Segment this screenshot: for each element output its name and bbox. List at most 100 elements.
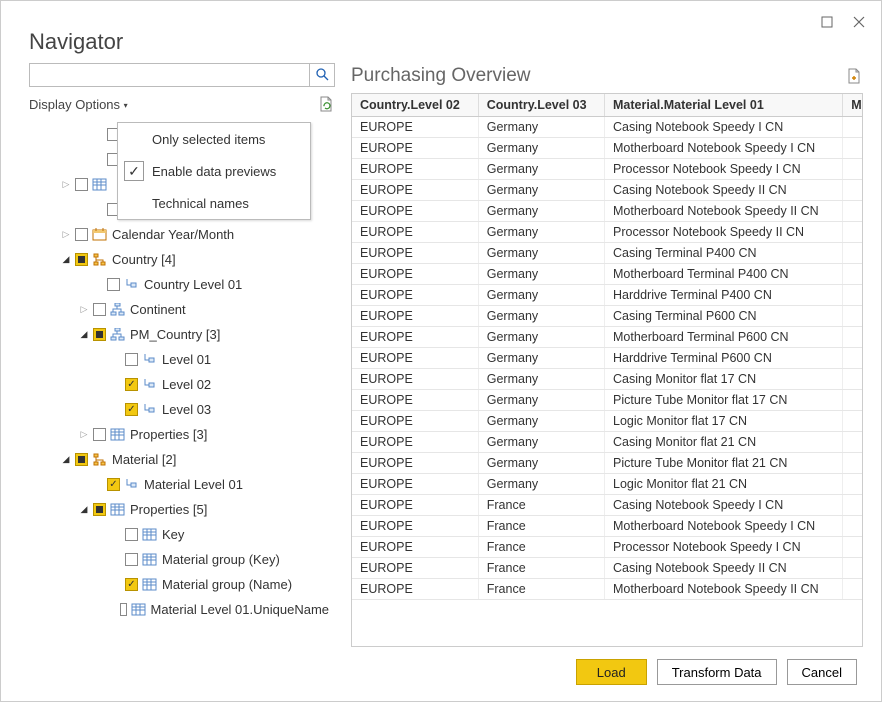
tree-item[interactable]: ✓Level 03 bbox=[29, 397, 329, 422]
tree-checkbox[interactable] bbox=[75, 228, 88, 241]
tree-checkbox[interactable]: ✓ bbox=[125, 378, 138, 391]
tree-checkbox[interactable] bbox=[93, 503, 106, 516]
table-row[interactable]: EUROPEGermanyMotherboard Notebook Speedy… bbox=[352, 201, 863, 222]
close-icon[interactable] bbox=[853, 15, 867, 29]
table-row[interactable]: EUROPEGermanyMotherboard Terminal P600 C… bbox=[352, 327, 863, 348]
tree-checkbox[interactable] bbox=[93, 328, 106, 341]
load-button[interactable]: Load bbox=[576, 659, 647, 685]
table-row[interactable]: EUROPEGermanyLogic Monitor flat 21 CN bbox=[352, 474, 863, 495]
tree-item[interactable]: ◢Country [4] bbox=[29, 247, 329, 272]
tree-item[interactable]: Key bbox=[29, 522, 329, 547]
table-cell: Casing Terminal P600 CN bbox=[605, 306, 843, 327]
tree-checkbox[interactable] bbox=[75, 178, 88, 191]
display-options-menu: Only selected items✓Enable data previews… bbox=[117, 122, 311, 220]
expander-closed-icon[interactable]: ▷ bbox=[61, 230, 71, 240]
tree-item[interactable]: ✓Material Level 01 bbox=[29, 472, 329, 497]
add-page-icon[interactable] bbox=[845, 67, 863, 85]
refresh-page-icon[interactable] bbox=[317, 95, 335, 113]
tree-item[interactable]: ▷Calendar Year/Month bbox=[29, 222, 329, 247]
tree-item[interactable]: ◢PM_Country [3] bbox=[29, 322, 329, 347]
expander-closed-icon[interactable]: ▷ bbox=[61, 180, 71, 190]
dialog-title: Navigator bbox=[29, 29, 123, 55]
tree-checkbox[interactable] bbox=[120, 603, 127, 616]
table-row[interactable]: EUROPEFranceMotherboard Notebook Speedy … bbox=[352, 579, 863, 600]
table-row[interactable]: EUROPEGermanyPicture Tube Monitor flat 2… bbox=[352, 453, 863, 474]
table-row[interactable]: EUROPEGermanyCasing Monitor flat 21 CN bbox=[352, 432, 863, 453]
table-row[interactable]: EUROPEFranceCasing Notebook Speedy II CN bbox=[352, 558, 863, 579]
table-row[interactable]: EUROPEGermanyPicture Tube Monitor flat 1… bbox=[352, 390, 863, 411]
expander-closed-icon[interactable]: ▷ bbox=[79, 305, 89, 315]
tree-checkbox[interactable]: ✓ bbox=[107, 478, 120, 491]
display-options-menu-item[interactable]: Technical names bbox=[118, 187, 310, 219]
tree-checkbox[interactable] bbox=[93, 303, 106, 316]
table-cell: Germany bbox=[478, 390, 604, 411]
table-cell: Processor Notebook Speedy II CN bbox=[605, 222, 843, 243]
table-row[interactable]: EUROPEGermanyCasing Notebook Speedy I CN bbox=[352, 117, 863, 138]
table-row[interactable]: EUROPEGermanyProcessor Notebook Speedy I… bbox=[352, 222, 863, 243]
table-cell: EUROPE bbox=[352, 222, 478, 243]
navigation-tree[interactable]: Only selected items✓Enable data previews… bbox=[29, 121, 335, 647]
search-button[interactable] bbox=[309, 63, 335, 87]
tree-checkbox[interactable]: ✓ bbox=[125, 578, 138, 591]
column-header[interactable]: Country.Level 02 bbox=[352, 94, 478, 117]
table-cell bbox=[843, 117, 863, 138]
table-row[interactable]: EUROPEGermanyCasing Notebook Speedy II C… bbox=[352, 180, 863, 201]
table-cell: EUROPE bbox=[352, 537, 478, 558]
search-input[interactable] bbox=[29, 63, 309, 87]
tree-item-label: Properties [5] bbox=[130, 502, 207, 517]
tree-checkbox[interactable] bbox=[107, 278, 120, 291]
expander-open-icon[interactable]: ◢ bbox=[79, 330, 89, 340]
preview-table-scroll[interactable]: Country.Level 02Country.Level 03Material… bbox=[351, 93, 863, 647]
tree-checkbox[interactable] bbox=[93, 428, 106, 441]
tree-checkbox[interactable] bbox=[75, 253, 88, 266]
display-options-dropdown[interactable]: Display Options ▾ bbox=[29, 97, 128, 112]
tree-checkbox[interactable]: ✓ bbox=[125, 403, 138, 416]
table-row[interactable]: EUROPEGermanyMotherboard Notebook Speedy… bbox=[352, 138, 863, 159]
table-cell: Processor Notebook Speedy I CN bbox=[605, 537, 843, 558]
tree-item[interactable]: ◢ Properties [5] bbox=[29, 497, 329, 522]
tree-checkbox[interactable] bbox=[125, 528, 138, 541]
table-cell: EUROPE bbox=[352, 180, 478, 201]
display-options-menu-item[interactable]: ✓Enable data previews bbox=[118, 155, 310, 187]
hierarchy-sub-icon bbox=[124, 478, 140, 492]
table-cell: France bbox=[478, 537, 604, 558]
cancel-button[interactable]: Cancel bbox=[787, 659, 857, 685]
display-options-menu-item[interactable]: Only selected items bbox=[118, 123, 310, 155]
table-row[interactable]: EUROPEGermanyProcessor Notebook Speedy I… bbox=[352, 159, 863, 180]
maximize-icon[interactable] bbox=[821, 15, 835, 29]
table-cell: EUROPE bbox=[352, 474, 478, 495]
tree-item[interactable]: ✓Level 02 bbox=[29, 372, 329, 397]
table-row[interactable]: EUROPEFranceMotherboard Notebook Speedy … bbox=[352, 516, 863, 537]
table-cell bbox=[843, 390, 863, 411]
expander-open-icon[interactable]: ◢ bbox=[61, 255, 71, 265]
table-row[interactable]: EUROPEFranceProcessor Notebook Speedy I … bbox=[352, 537, 863, 558]
tree-item[interactable]: ◢Material [2] bbox=[29, 447, 329, 472]
expander-open-icon[interactable]: ◢ bbox=[79, 505, 89, 515]
tree-item[interactable]: Material Level 01.UniqueName bbox=[29, 597, 329, 622]
table-row[interactable]: EUROPEGermanyCasing Terminal P600 CN bbox=[352, 306, 863, 327]
table-cell: EUROPE bbox=[352, 327, 478, 348]
table-cell bbox=[843, 306, 863, 327]
tree-item[interactable]: ▷Continent bbox=[29, 297, 329, 322]
tree-item[interactable]: ▷Properties [3] bbox=[29, 422, 329, 447]
tree-checkbox[interactable] bbox=[75, 453, 88, 466]
table-row[interactable]: EUROPEGermanyHarddrive Terminal P400 CN bbox=[352, 285, 863, 306]
table-row[interactable]: EUROPEGermanyHarddrive Terminal P600 CN bbox=[352, 348, 863, 369]
tree-item[interactable]: Level 01 bbox=[29, 347, 329, 372]
table-row[interactable]: EUROPEFranceCasing Notebook Speedy I CN bbox=[352, 495, 863, 516]
table-row[interactable]: EUROPEGermanyMotherboard Terminal P400 C… bbox=[352, 264, 863, 285]
column-header[interactable]: Material.Material Level 01 bbox=[605, 94, 843, 117]
expander-closed-icon[interactable]: ▷ bbox=[79, 430, 89, 440]
column-header[interactable]: Material bbox=[843, 94, 863, 117]
tree-item[interactable]: Material group (Key) bbox=[29, 547, 329, 572]
column-header[interactable]: Country.Level 03 bbox=[478, 94, 604, 117]
expander-open-icon[interactable]: ◢ bbox=[61, 455, 71, 465]
table-row[interactable]: EUROPEGermanyLogic Monitor flat 17 CN bbox=[352, 411, 863, 432]
tree-checkbox[interactable] bbox=[125, 353, 138, 366]
table-row[interactable]: EUROPEGermanyCasing Monitor flat 17 CN bbox=[352, 369, 863, 390]
tree-checkbox[interactable] bbox=[125, 553, 138, 566]
tree-item[interactable]: ✓Material group (Name) bbox=[29, 572, 329, 597]
tree-item[interactable]: Country Level 01 bbox=[29, 272, 329, 297]
transform-data-button[interactable]: Transform Data bbox=[657, 659, 777, 685]
table-row[interactable]: EUROPEGermanyCasing Terminal P400 CN bbox=[352, 243, 863, 264]
